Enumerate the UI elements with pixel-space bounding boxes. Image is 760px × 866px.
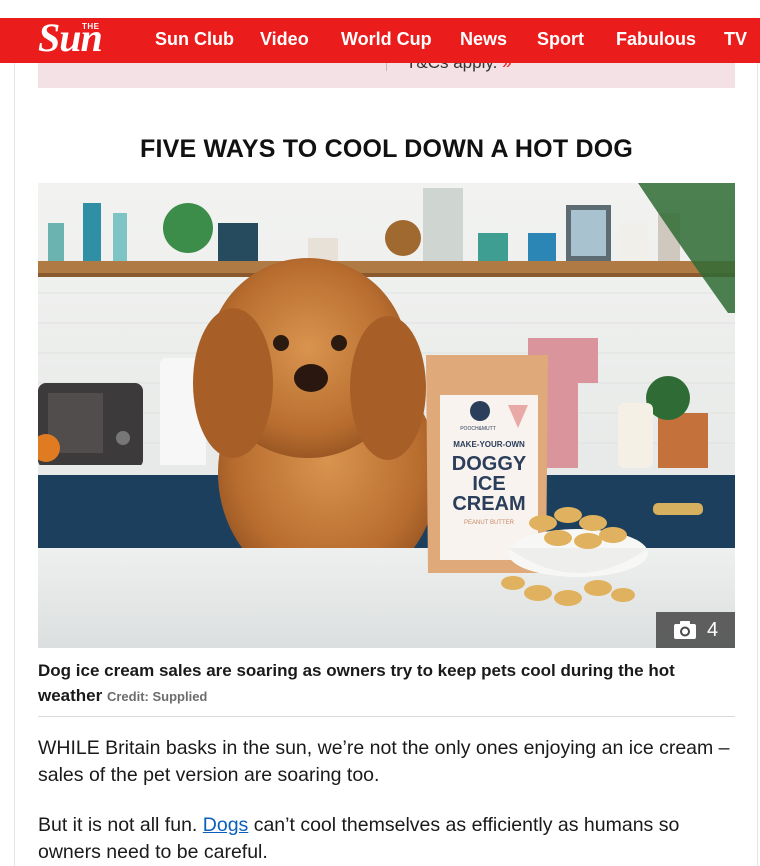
dogs-link[interactable]: Dogs <box>203 814 249 836</box>
hero-image[interactable]: MAKE-YOUR-OWN DOGGY ICE CREAM PEANUT BUT… <box>38 183 735 648</box>
pouch-flavour: PEANUT BUTTER <box>464 520 515 526</box>
camera-icon <box>673 621 696 639</box>
pouch-line-4: CREAM <box>452 493 525 515</box>
promo-arrow-icon: » <box>502 63 511 72</box>
nav-sport[interactable]: Sport <box>537 29 584 50</box>
nav-tv[interactable]: TV <box>724 29 747 50</box>
paragraph-2-start: But it is not all fun. <box>38 814 203 836</box>
page-border-right <box>757 63 758 866</box>
logo-the: THE <box>82 22 100 31</box>
caption-divider <box>38 716 735 717</box>
promo-terms[interactable]: T&Cs apply. » <box>406 63 512 73</box>
article-paragraph-2: But it is not all fun. Dogs can’t cool t… <box>38 812 735 866</box>
article-paragraph-1: WHILE Britain basks in the sun, we’re no… <box>38 737 730 786</box>
pouch-line-2: DOGGY <box>452 453 527 475</box>
main-navigation: Sun THE Sun Club Video World Cup News Sp… <box>0 15 760 63</box>
nav-video[interactable]: Video <box>260 29 309 50</box>
promo-divider <box>386 63 387 71</box>
gallery-button[interactable]: 4 <box>656 612 735 648</box>
image-caption: Dog ice cream sales are soaring as owner… <box>38 658 728 709</box>
the-sun-logo[interactable]: Sun THE <box>38 15 138 60</box>
top-strip <box>0 0 760 18</box>
pouch-brand: POOCH&MUTT <box>460 426 496 432</box>
gallery-count: 4 <box>706 618 719 641</box>
pouch-line-1: MAKE-YOUR-OWN <box>453 440 525 449</box>
nav-fabulous[interactable]: Fabulous <box>616 29 696 50</box>
nav-sun-club[interactable]: Sun Club <box>155 29 234 50</box>
hero-photo-illustration: MAKE-YOUR-OWN DOGGY ICE CREAM PEANUT BUT… <box>38 183 735 648</box>
nav-world-cup[interactable]: World Cup <box>341 29 432 50</box>
page-border-left <box>14 63 15 866</box>
article-headline: FIVE WAYS TO COOL DOWN A HOT DOG <box>139 134 633 163</box>
image-credit: Credit: Supplied <box>106 689 208 704</box>
nav-news[interactable]: News <box>460 29 507 50</box>
promo-terms-label: T&Cs apply. <box>406 63 497 72</box>
pouch-line-3: ICE <box>472 473 505 495</box>
promo-banner[interactable]: T&Cs apply. » <box>38 63 735 88</box>
